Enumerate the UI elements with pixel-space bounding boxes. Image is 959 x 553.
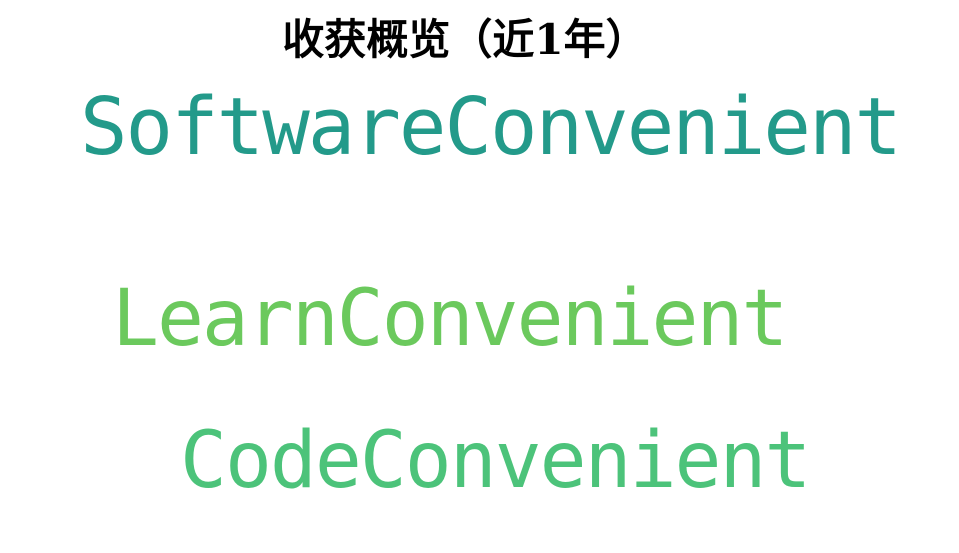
- word-code-convenient: CodeConvenient: [180, 416, 811, 506]
- word-learn-convenient: LearnConvenient: [112, 274, 788, 364]
- page-title: 收获概览（近1年）: [282, 15, 648, 64]
- word-software-convenient: SoftwareConvenient: [80, 81, 902, 173]
